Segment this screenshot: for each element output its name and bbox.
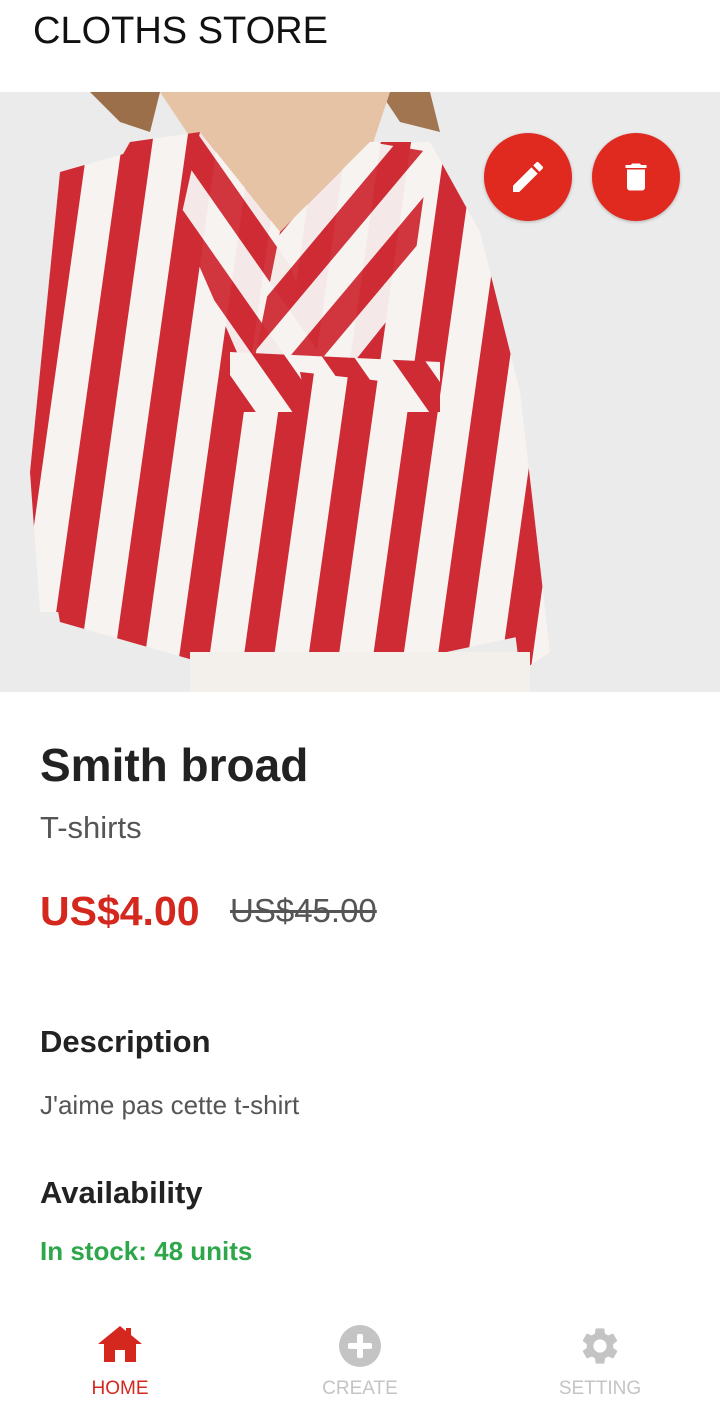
app-title: CLOTHS STORE (33, 10, 328, 52)
edit-button[interactable] (484, 133, 572, 221)
delete-button[interactable] (592, 133, 680, 221)
pencil-icon (513, 161, 544, 192)
product-category: T-shirts (40, 810, 142, 845)
home-icon (96, 1324, 144, 1369)
app-bar: CLOTHS STORE (0, 0, 720, 92)
trash-icon (625, 163, 647, 191)
nav-home[interactable]: HOME (0, 1310, 240, 1425)
nav-create[interactable]: CREATE (240, 1310, 480, 1425)
description-text: J'aime pas cette t-shirt (40, 1090, 300, 1120)
plus-circle-icon (338, 1324, 382, 1373)
availability-heading: Availability (40, 1175, 203, 1210)
nav-create-label: CREATE (322, 1378, 398, 1399)
gear-icon (578, 1324, 622, 1373)
product-name: Smith broad (40, 739, 309, 791)
nav-setting[interactable]: SETTING (480, 1310, 720, 1425)
bottom-navigation: HOME CREATE SETTING (0, 1310, 720, 1425)
nav-setting-label: SETTING (558, 1378, 642, 1399)
sale-price: US$4.00 (40, 888, 200, 934)
original-price: US$45.00 (230, 892, 377, 929)
stock-status: In stock: 48 units (40, 1236, 253, 1266)
description-heading: Description (40, 1024, 211, 1059)
nav-home-label: HOME (91, 1378, 149, 1399)
